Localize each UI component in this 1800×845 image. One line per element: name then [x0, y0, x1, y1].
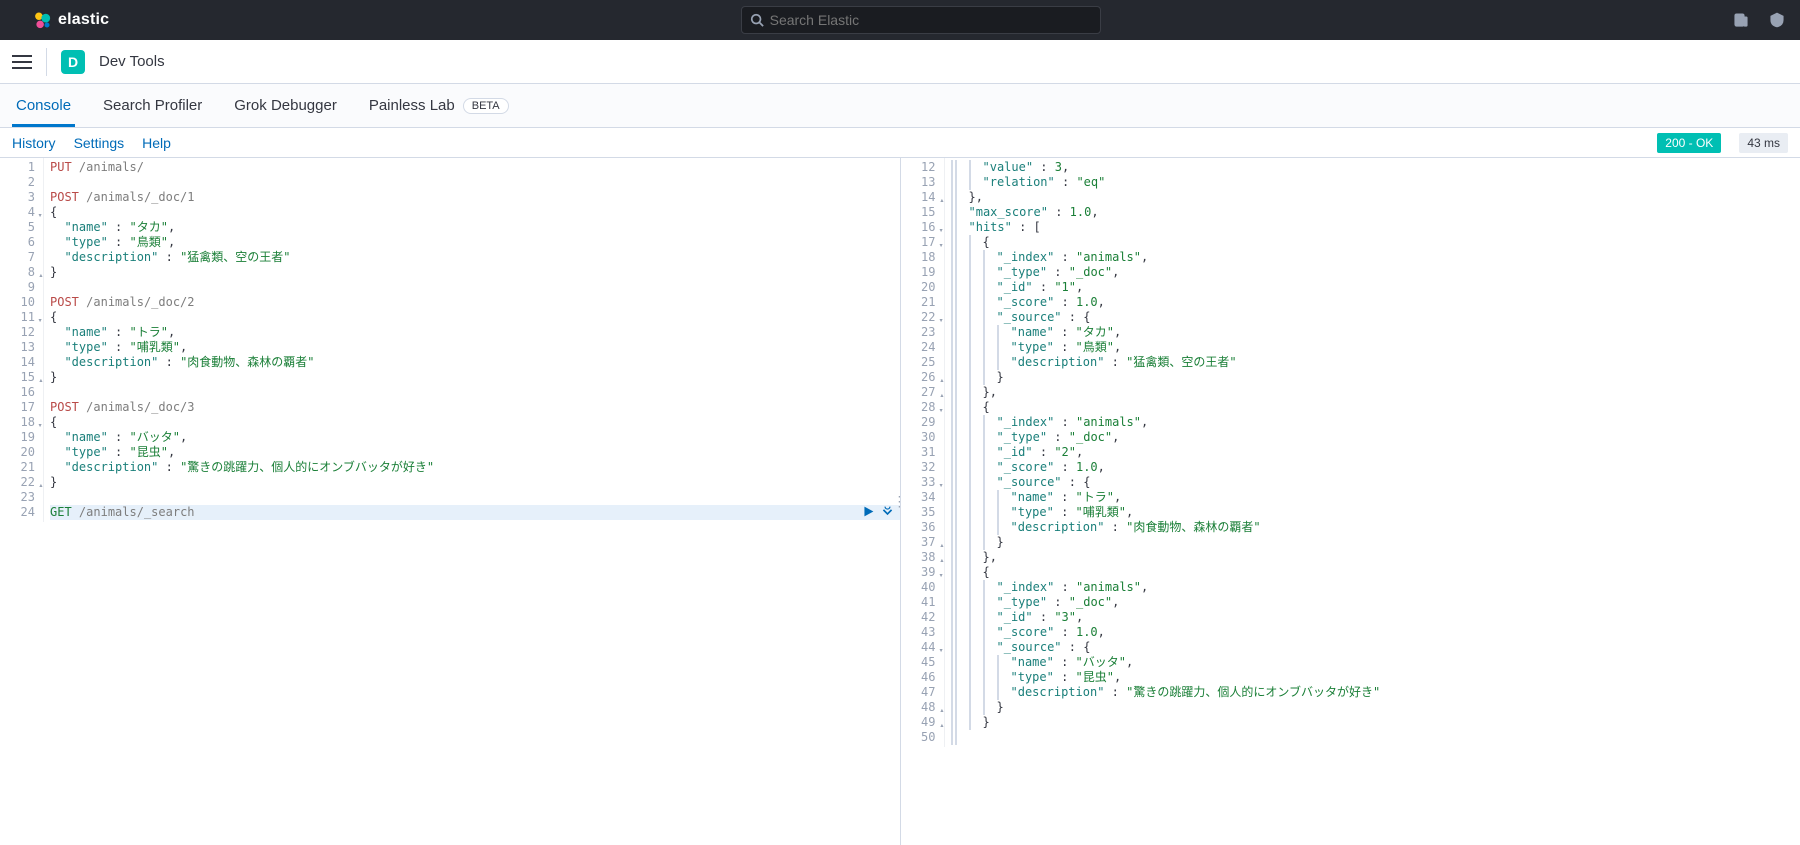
code-line[interactable]: { — [951, 235, 1800, 250]
code-line[interactable]: } — [951, 370, 1800, 385]
settings-link[interactable]: Settings — [74, 135, 125, 151]
response-status-badge: 200 - OK — [1657, 133, 1721, 153]
console-toolbar: History Settings Help 200 - OK 43 ms — [0, 128, 1800, 158]
code-line[interactable]: "description" : "猛禽類、空の王者" — [50, 250, 900, 265]
code-line[interactable] — [951, 730, 1800, 745]
nav-toggle-button[interactable] — [12, 52, 32, 72]
code-line[interactable]: { — [50, 415, 900, 430]
code-line[interactable]: "description" : "肉食動物、森林の覇者" — [50, 355, 900, 370]
code-line[interactable]: "name" : "トラ", — [50, 325, 900, 340]
code-line[interactable]: "_source" : { — [951, 640, 1800, 655]
history-link[interactable]: History — [12, 135, 56, 151]
code-line[interactable]: "value" : 3, — [951, 160, 1800, 175]
global-search[interactable] — [741, 6, 1101, 34]
code-line[interactable] — [50, 280, 900, 295]
code-line[interactable]: "_score" : 1.0, — [951, 625, 1800, 640]
code-line[interactable] — [50, 490, 900, 505]
code-line[interactable]: { — [50, 205, 900, 220]
request-editor-pane[interactable]: 123456789101112131415161718192021222324P… — [0, 158, 901, 845]
response-time-badge: 43 ms — [1739, 133, 1788, 153]
code-line[interactable]: "name" : "タカ", — [50, 220, 900, 235]
code-line[interactable]: } — [951, 715, 1800, 730]
console-workspace: 123456789101112131415161718192021222324P… — [0, 158, 1800, 845]
code-line[interactable] — [50, 385, 900, 400]
code-line[interactable]: "_id" : "1", — [951, 280, 1800, 295]
code-line[interactable]: "_id" : "3", — [951, 610, 1800, 625]
code-line[interactable]: } — [951, 535, 1800, 550]
code-line[interactable]: POST /animals/_doc/3 — [50, 400, 900, 415]
code-line[interactable]: }, — [951, 190, 1800, 205]
code-line[interactable]: "type" : "哺乳類", — [951, 505, 1800, 520]
code-line[interactable]: "hits" : [ — [951, 220, 1800, 235]
help-link[interactable]: Help — [142, 135, 171, 151]
code-line[interactable]: "description" : "驚きの跳躍力、個人的にオンブバッタが好き" — [50, 460, 900, 475]
code-line[interactable]: "name" : "トラ", — [951, 490, 1800, 505]
code-line[interactable]: "relation" : "eq" — [951, 175, 1800, 190]
code-line[interactable]: { — [951, 400, 1800, 415]
brand-name: elastic — [58, 11, 109, 29]
code-line[interactable] — [50, 175, 900, 190]
code-line[interactable]: "_type" : "_doc", — [951, 265, 1800, 280]
tab-search-profiler[interactable]: Search Profiler — [99, 87, 206, 127]
code-line[interactable]: "type" : "鳥類", — [50, 235, 900, 250]
code-line[interactable]: "_type" : "_doc", — [951, 595, 1800, 610]
search-input[interactable] — [770, 12, 1092, 28]
code-line[interactable]: { — [951, 565, 1800, 580]
code-line[interactable]: "_score" : 1.0, — [951, 460, 1800, 475]
app-badge: D — [61, 50, 85, 74]
app-header: D Dev Tools — [0, 40, 1800, 84]
tab-painless-lab[interactable]: Painless LabBETA — [365, 87, 513, 127]
code-line[interactable]: "description" : "驚きの跳躍力、個人的にオンブバッタが好き" — [951, 685, 1800, 700]
code-line[interactable]: "_type" : "_doc", — [951, 430, 1800, 445]
code-line[interactable]: "_source" : { — [951, 310, 1800, 325]
code-line[interactable]: "name" : "バッタ", — [951, 655, 1800, 670]
code-line[interactable]: } — [50, 370, 900, 385]
response-viewer-pane[interactable]: 1213141516171819202122232425262728293031… — [901, 158, 1800, 845]
code-line[interactable]: GET /animals/_search — [50, 505, 900, 520]
search-icon — [750, 13, 764, 27]
breadcrumb[interactable]: Dev Tools — [99, 53, 165, 70]
code-line[interactable]: "description" : "肉食動物、森林の覇者" — [951, 520, 1800, 535]
code-line[interactable]: "_index" : "animals", — [951, 250, 1800, 265]
elastic-icon — [32, 10, 52, 30]
run-request-icon[interactable] — [862, 505, 875, 518]
code-line[interactable]: "max_score" : 1.0, — [951, 205, 1800, 220]
code-line[interactable]: }, — [951, 550, 1800, 565]
code-line[interactable]: PUT /animals/ — [50, 160, 900, 175]
tab-grok-debugger[interactable]: Grok Debugger — [230, 87, 341, 127]
code-line[interactable]: "type" : "昆虫", — [951, 670, 1800, 685]
beta-badge: BETA — [463, 98, 509, 114]
code-line[interactable]: "type" : "哺乳類", — [50, 340, 900, 355]
code-line[interactable]: "_id" : "2", — [951, 445, 1800, 460]
code-line[interactable]: "name" : "タカ", — [951, 325, 1800, 340]
code-line[interactable]: "_score" : 1.0, — [951, 295, 1800, 310]
code-line[interactable]: { — [50, 310, 900, 325]
code-line[interactable]: "type" : "昆虫", — [50, 445, 900, 460]
help-icon[interactable] — [1768, 11, 1786, 29]
code-line[interactable]: } — [50, 265, 900, 280]
global-header: elastic — [0, 0, 1800, 40]
newsfeed-icon[interactable] — [1732, 11, 1750, 29]
app-tabs: Console Search Profiler Grok Debugger Painl… — [0, 84, 1800, 128]
code-line[interactable]: "description" : "猛禽類、空の王者" — [951, 355, 1800, 370]
code-line[interactable]: POST /animals/_doc/2 — [50, 295, 900, 310]
code-line[interactable]: "_index" : "animals", — [951, 580, 1800, 595]
code-line[interactable]: "name" : "バッタ", — [50, 430, 900, 445]
brand-logo[interactable]: elastic — [8, 10, 109, 30]
code-line[interactable]: "_source" : { — [951, 475, 1800, 490]
code-line[interactable]: "_index" : "animals", — [951, 415, 1800, 430]
divider — [46, 48, 47, 76]
code-line[interactable]: } — [50, 475, 900, 490]
code-line[interactable]: POST /animals/_doc/1 — [50, 190, 900, 205]
code-line[interactable]: "type" : "鳥類", — [951, 340, 1800, 355]
code-line[interactable]: }, — [951, 385, 1800, 400]
code-line[interactable]: } — [951, 700, 1800, 715]
tab-console[interactable]: Console — [12, 87, 75, 127]
